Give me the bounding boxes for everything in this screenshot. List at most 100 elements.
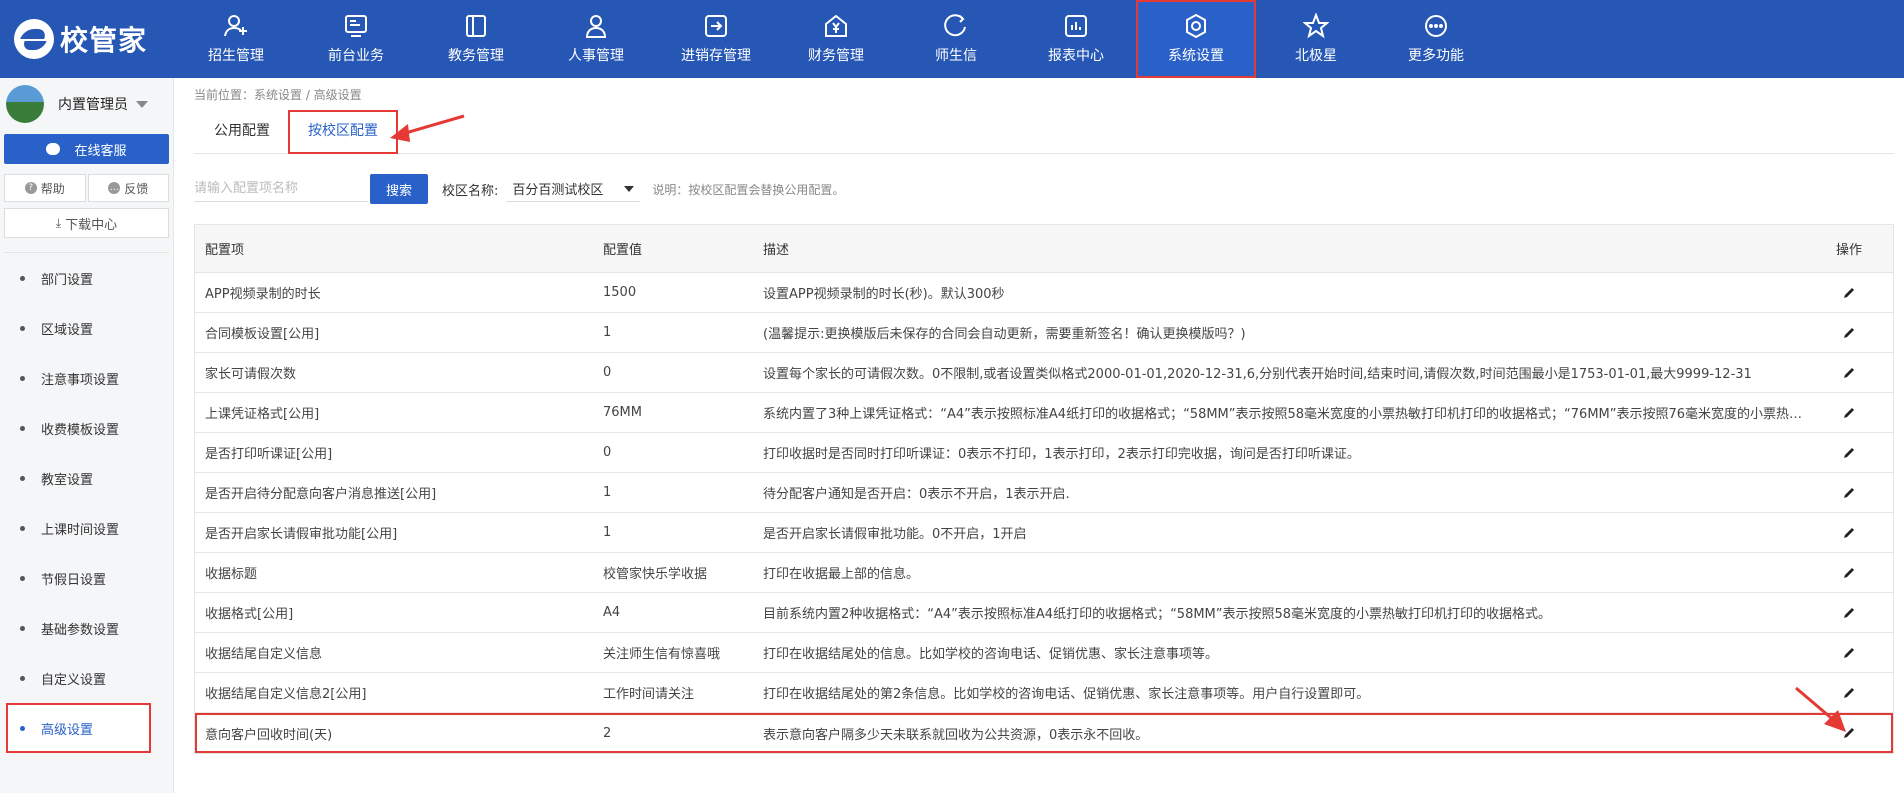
edit-button[interactable] xyxy=(1805,646,1893,660)
brand-logo[interactable]: 校管家 xyxy=(0,0,176,78)
table-header: 配置项 配置值 描述 操作 xyxy=(195,225,1893,273)
cell-description: 待分配客户通知是否开启：0表示不开启，1表示开启. xyxy=(763,487,1070,502)
nav-label: 财务管理 xyxy=(808,48,864,64)
cell-config-name: 是否开启待分配意向客户消息推送[公用] xyxy=(205,487,437,502)
bullet-icon xyxy=(20,375,25,381)
online-service-button[interactable]: 在线客服 xyxy=(4,134,169,164)
annotation-arrow-tab xyxy=(390,114,465,142)
bullet-icon xyxy=(20,725,25,731)
cell-description: 系统内置了3种上课凭证格式：“A4”表示按照标准A4纸打印的收据格式；“58MM… xyxy=(763,407,1805,422)
help-button[interactable]: ? 帮助 xyxy=(4,174,86,202)
sidebar-item-label: 区域设置 xyxy=(41,322,94,338)
table-row: 收据结尾自定义信息2[公用] 工作时间请关注 打印在收据结尾处的第2条信息。比如学校… xyxy=(195,673,1893,713)
feedback-label: 反馈 xyxy=(124,181,149,196)
sidebar-item-custom[interactable]: 自定义设置 xyxy=(0,653,173,703)
bullet-icon xyxy=(20,525,25,531)
ellipsis-icon: … xyxy=(108,182,121,194)
more-icon xyxy=(1423,13,1449,39)
sidebar: 内置管理员 在线客服 ? 帮助 … 反馈 ⤓ 下载中心 部门设置 区域设置 注意… xyxy=(0,78,174,793)
cell-config-value: 1 xyxy=(603,525,612,540)
chevron-down-icon xyxy=(136,100,148,108)
search-input[interactable] xyxy=(194,176,368,202)
table-row: 是否开启家长请假审批功能[公用] 1 是否开启家长请假审批功能。0不开启，1开启 xyxy=(195,513,1893,553)
download-center-label: 下载中心 xyxy=(65,217,118,233)
sidebar-item-fee-template[interactable]: 收费模板设置 xyxy=(0,403,173,453)
sidebar-item-label: 节假日设置 xyxy=(41,572,107,588)
annotation-arrow-edit xyxy=(1795,686,1846,732)
cell-config-name: 收据标题 xyxy=(205,567,258,582)
nav-label: 进销存管理 xyxy=(681,48,751,64)
edit-button[interactable] xyxy=(1805,486,1893,500)
edit-button[interactable] xyxy=(1805,566,1893,580)
bullet-icon xyxy=(20,575,25,581)
monitor-icon xyxy=(343,13,369,39)
cell-description: 设置APP视频录制的时长(秒)。默认300秒 xyxy=(763,287,1005,302)
sidebar-item-basic-params[interactable]: 基础参数设置 xyxy=(0,603,173,653)
cell-config-value: 校管家快乐学收据 xyxy=(603,567,708,582)
edit-button[interactable] xyxy=(1805,366,1893,380)
cell-config-name: 收据结尾自定义信息2[公用] xyxy=(205,687,367,702)
bullet-icon xyxy=(20,675,25,681)
download-center-button[interactable]: ⤓ 下载中心 xyxy=(4,208,169,238)
cell-description: 打印在收据最上部的信息。 xyxy=(763,567,920,582)
sidebar-item-class-time[interactable]: 上课时间设置 xyxy=(0,503,173,553)
search-button[interactable]: 搜索 xyxy=(370,174,428,204)
nav-label: 教务管理 xyxy=(448,48,504,64)
chart-icon xyxy=(1063,13,1089,39)
nav-item-messenger[interactable]: 师生信 xyxy=(896,0,1016,78)
question-icon: ? xyxy=(24,182,37,194)
cell-config-name: 意向客户回收时间(天) xyxy=(205,727,333,743)
nav-label: 北极星 xyxy=(1295,48,1337,64)
nav-item-front-desk[interactable]: 前台业务 xyxy=(296,0,416,78)
nav-item-hr[interactable]: 人事管理 xyxy=(536,0,656,78)
cell-config-name: 上课凭证格式[公用] xyxy=(205,407,320,422)
sidebar-item-classroom[interactable]: 教室设置 xyxy=(0,453,173,503)
sidebar-item-holiday[interactable]: 节假日设置 xyxy=(0,553,173,603)
edit-button[interactable] xyxy=(1805,326,1893,340)
edit-button[interactable] xyxy=(1805,526,1893,540)
nav-item-academic[interactable]: 教务管理 xyxy=(416,0,536,78)
sidebar-item-department[interactable]: 部门设置 xyxy=(0,253,173,303)
cell-config-name: 收据结尾自定义信息 xyxy=(205,647,323,662)
feedback-button[interactable]: … 反馈 xyxy=(87,174,169,202)
sidebar-item-region[interactable]: 区域设置 xyxy=(0,303,173,353)
nav-item-inventory[interactable]: 进销存管理 xyxy=(656,0,776,78)
nav-item-finance[interactable]: 财务管理 xyxy=(776,0,896,78)
table-row: 收据格式[公用] A4 目前系统内置2种收据格式：“A4”表示按照标准A4纸打印的收… xyxy=(195,593,1893,633)
nav-item-enrollment[interactable]: 招生管理 xyxy=(176,0,296,78)
cell-config-value: 76MM xyxy=(603,405,642,420)
sidebar-item-notices[interactable]: 注意事项设置 xyxy=(0,353,173,403)
nav-label: 招生管理 xyxy=(208,48,264,64)
sidebar-item-label: 注意事项设置 xyxy=(41,372,120,388)
book-icon xyxy=(463,13,489,39)
sidebar-item-label: 高级设置 xyxy=(41,722,94,738)
table-row: 收据标题 校管家快乐学收据 打印在收据最上部的信息。 xyxy=(195,553,1893,593)
star-icon xyxy=(1303,13,1329,39)
user-menu[interactable]: 内置管理员 xyxy=(0,78,173,130)
cell-description: 目前系统内置2种收据格式：“A4”表示按照标准A4纸打印的收据格式；“58MM”… xyxy=(763,607,1552,622)
column-header: 配置值 xyxy=(603,243,643,258)
cell-config-value: 2 xyxy=(603,725,612,741)
bullet-icon xyxy=(20,625,25,631)
sidebar-item-advanced[interactable]: 高级设置 xyxy=(6,703,151,753)
cell-config-name: 是否开启家长请假审批功能[公用] xyxy=(205,527,398,542)
edit-button[interactable] xyxy=(1805,446,1893,460)
campus-select[interactable]: 百分百测试校区 xyxy=(506,176,641,202)
nav-item-system-settings[interactable]: 系统设置 xyxy=(1136,0,1256,78)
user-name: 内置管理员 xyxy=(58,97,128,113)
settings-menu: 部门设置 区域设置 注意事项设置 收费模板设置 教室设置 上课时间设置 节假日设… xyxy=(0,253,173,753)
tab-campus-config[interactable]: 按校区配置 xyxy=(288,110,398,154)
cell-config-name: 家长可请假次数 xyxy=(205,367,297,382)
pencil-icon xyxy=(1844,407,1854,418)
chat-bubble-icon xyxy=(46,143,61,155)
table-row: 意向客户回收时间(天) 2 表示意向客户隔多少天未联系就回收为公共资源，0表示永不回… xyxy=(195,713,1893,753)
nav-label: 人事管理 xyxy=(568,48,624,64)
nav-item-more[interactable]: 更多功能 xyxy=(1376,0,1496,78)
nav-item-polaris[interactable]: 北极星 xyxy=(1256,0,1376,78)
edit-button[interactable] xyxy=(1805,606,1893,620)
sidebar-item-label: 收费模板设置 xyxy=(41,422,120,438)
tab-public-config[interactable]: 公用配置 xyxy=(214,108,270,154)
edit-button[interactable] xyxy=(1805,406,1893,420)
edit-button[interactable] xyxy=(1805,286,1893,300)
nav-item-reports[interactable]: 报表中心 xyxy=(1016,0,1136,78)
